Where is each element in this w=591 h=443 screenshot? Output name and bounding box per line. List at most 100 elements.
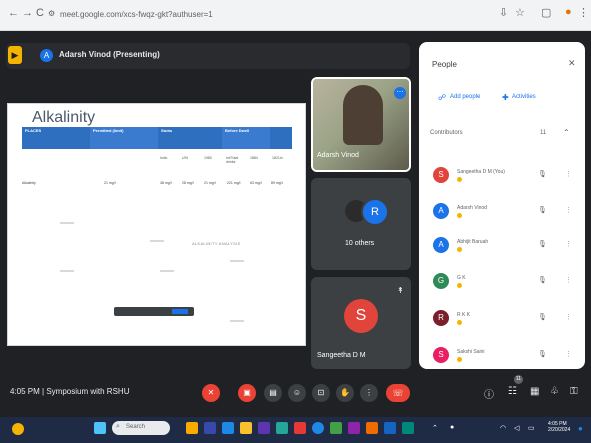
slide-control-button[interactable]: [172, 309, 188, 314]
tray-chevron-icon[interactable]: ⌃: [432, 424, 438, 432]
captions-button[interactable]: ▤: [264, 384, 282, 402]
store-icon[interactable]: [258, 422, 270, 434]
mic-icon[interactable]: 🎙: [538, 350, 547, 358]
people-icon[interactable]: ☷: [508, 386, 517, 397]
contributors-label: Contributors: [430, 130, 463, 136]
battery-icon[interactable]: ▭: [528, 424, 535, 432]
slide-decoration: [230, 320, 244, 322]
participant-tile-others[interactable]: [311, 178, 411, 270]
teams-icon[interactable]: [204, 422, 216, 434]
meeting-time: 4:05 PM: [10, 387, 40, 396]
meeting-info: 4:05 PM | Symposium with RSHU: [10, 387, 129, 396]
address-bar[interactable]: meet.google.com/xcs-fwqz-gkt?authuser=1: [60, 7, 440, 23]
app-icon[interactable]: [366, 422, 378, 434]
copilot-icon[interactable]: [186, 422, 198, 434]
table-header-cell: Stubs: [158, 127, 222, 149]
table-header-cell: Before Dwell: [222, 127, 270, 149]
chevron-up-icon[interactable]: ⌃: [563, 128, 570, 137]
app-icon[interactable]: [402, 422, 414, 434]
presenting-title: Adarsh Vinod (Presenting): [59, 50, 160, 59]
table-cell: 48 mg/l: [160, 181, 172, 185]
tile-name: Adarsh Vinod: [317, 152, 359, 159]
participant-count-badge: 11: [514, 375, 523, 384]
self-avatar: S: [344, 299, 378, 333]
lock-icon[interactable]: ⚿: [570, 386, 578, 397]
participant-more-icon[interactable]: ⋮: [565, 313, 572, 321]
activities-icon[interactable]: ✚: [502, 93, 509, 102]
leave-call-button[interactable]: ☏: [386, 384, 410, 402]
table-subheader: Inf/Total drinks: [226, 156, 239, 164]
participant-more-icon[interactable]: ⋮: [565, 240, 572, 248]
volume-icon[interactable]: ◁: [514, 424, 519, 432]
participant-avatar: A: [433, 237, 449, 253]
slide-decoration: [60, 222, 74, 224]
taskbar-search[interactable]: ⌕ Search: [112, 421, 170, 435]
edge-icon[interactable]: [222, 422, 234, 434]
app-icon[interactable]: [276, 422, 288, 434]
chrome-icon[interactable]: [312, 422, 324, 434]
speaking-indicator-icon: ⋯: [394, 87, 406, 99]
profile-icon[interactable]: ●: [565, 6, 572, 18]
participant-name: G K: [457, 275, 466, 281]
mic-icon[interactable]: 🎙: [538, 240, 547, 248]
slide-decoration: [230, 260, 244, 262]
mic-icon[interactable]: 🎙: [538, 276, 547, 284]
participant-more-icon[interactable]: ⋮: [565, 206, 572, 214]
wifi-icon[interactable]: ◠: [500, 424, 506, 432]
table-cell: 221 mg/l: [227, 181, 241, 185]
table-cell: 89 mg/l: [271, 181, 283, 185]
start-icon[interactable]: [94, 422, 106, 434]
menu-kebab-icon[interactable]: ⋮: [578, 6, 589, 19]
raise-hand-button[interactable]: ✋: [336, 384, 354, 402]
weather-icon[interactable]: [12, 423, 24, 435]
table-cell: 21 mg/l: [204, 181, 216, 185]
chat-icon[interactable]: ▦: [530, 386, 539, 397]
participant-avatar: R: [433, 310, 449, 326]
participant-avatar: S: [433, 347, 449, 363]
hand-raised-icon: [457, 357, 462, 362]
add-person-icon[interactable]: ☍: [438, 93, 446, 102]
app-icon[interactable]: [294, 422, 306, 434]
emoji-button[interactable]: ☺: [288, 384, 306, 402]
mic-off-button[interactable]: ✕: [202, 384, 220, 402]
notification-icon[interactable]: ●: [578, 424, 583, 433]
camera-off-button[interactable]: ▣: [238, 384, 256, 402]
participant-name: Adarsh Vinod: [457, 205, 487, 211]
hand-raised-icon: [457, 320, 462, 325]
activities-button[interactable]: Activities: [512, 94, 536, 100]
bookmark-star-icon[interactable]: ☆: [515, 6, 525, 19]
present-button[interactable]: ⊡: [312, 384, 330, 402]
app-icon[interactable]: [384, 422, 396, 434]
extension-icon[interactable]: ⇩: [499, 6, 508, 19]
add-people-button[interactable]: Add people: [450, 94, 480, 100]
app-icon[interactable]: [348, 422, 360, 434]
pin-icon[interactable]: ↟: [397, 286, 404, 295]
app-icon[interactable]: [330, 422, 342, 434]
mic-icon[interactable]: 🎙: [538, 206, 547, 214]
participant-avatar: S: [433, 167, 449, 183]
forward-icon[interactable]: →: [22, 7, 33, 19]
taskbar-clock[interactable]: 4:05 PM 2/20/2024: [548, 421, 570, 433]
mic-icon[interactable]: 🎙: [538, 313, 547, 321]
participant-more-icon[interactable]: ⋮: [565, 350, 572, 358]
back-icon[interactable]: ←: [8, 7, 19, 19]
participant-video: [343, 85, 383, 145]
participant-more-icon[interactable]: ⋮: [565, 276, 572, 284]
info-icon[interactable]: ⓘ: [484, 386, 494, 401]
tray-icon[interactable]: ●: [450, 424, 454, 431]
reload-icon[interactable]: C: [36, 7, 44, 19]
table-cell: 63 mg/l: [250, 181, 262, 185]
participant-more-icon[interactable]: ⋮: [565, 170, 572, 178]
more-options-button[interactable]: ⋮: [360, 384, 378, 402]
table-subheader: Indic: [160, 156, 168, 160]
close-icon[interactable]: ✕: [568, 58, 576, 69]
tile-name: Sangeetha D M: [317, 352, 366, 359]
sidepanel-icon[interactable]: ▢: [541, 6, 551, 19]
search-icon: ⌕: [116, 423, 120, 430]
participant-name: Sangeetha D M (You): [457, 169, 505, 175]
site-info-icon[interactable]: ⚙: [48, 9, 55, 18]
mic-icon[interactable]: 🎙: [538, 170, 547, 178]
file-explorer-icon[interactable]: [240, 422, 252, 434]
slide-controls[interactable]: [114, 307, 194, 316]
activities-shapes-icon[interactable]: ♧: [550, 386, 559, 397]
